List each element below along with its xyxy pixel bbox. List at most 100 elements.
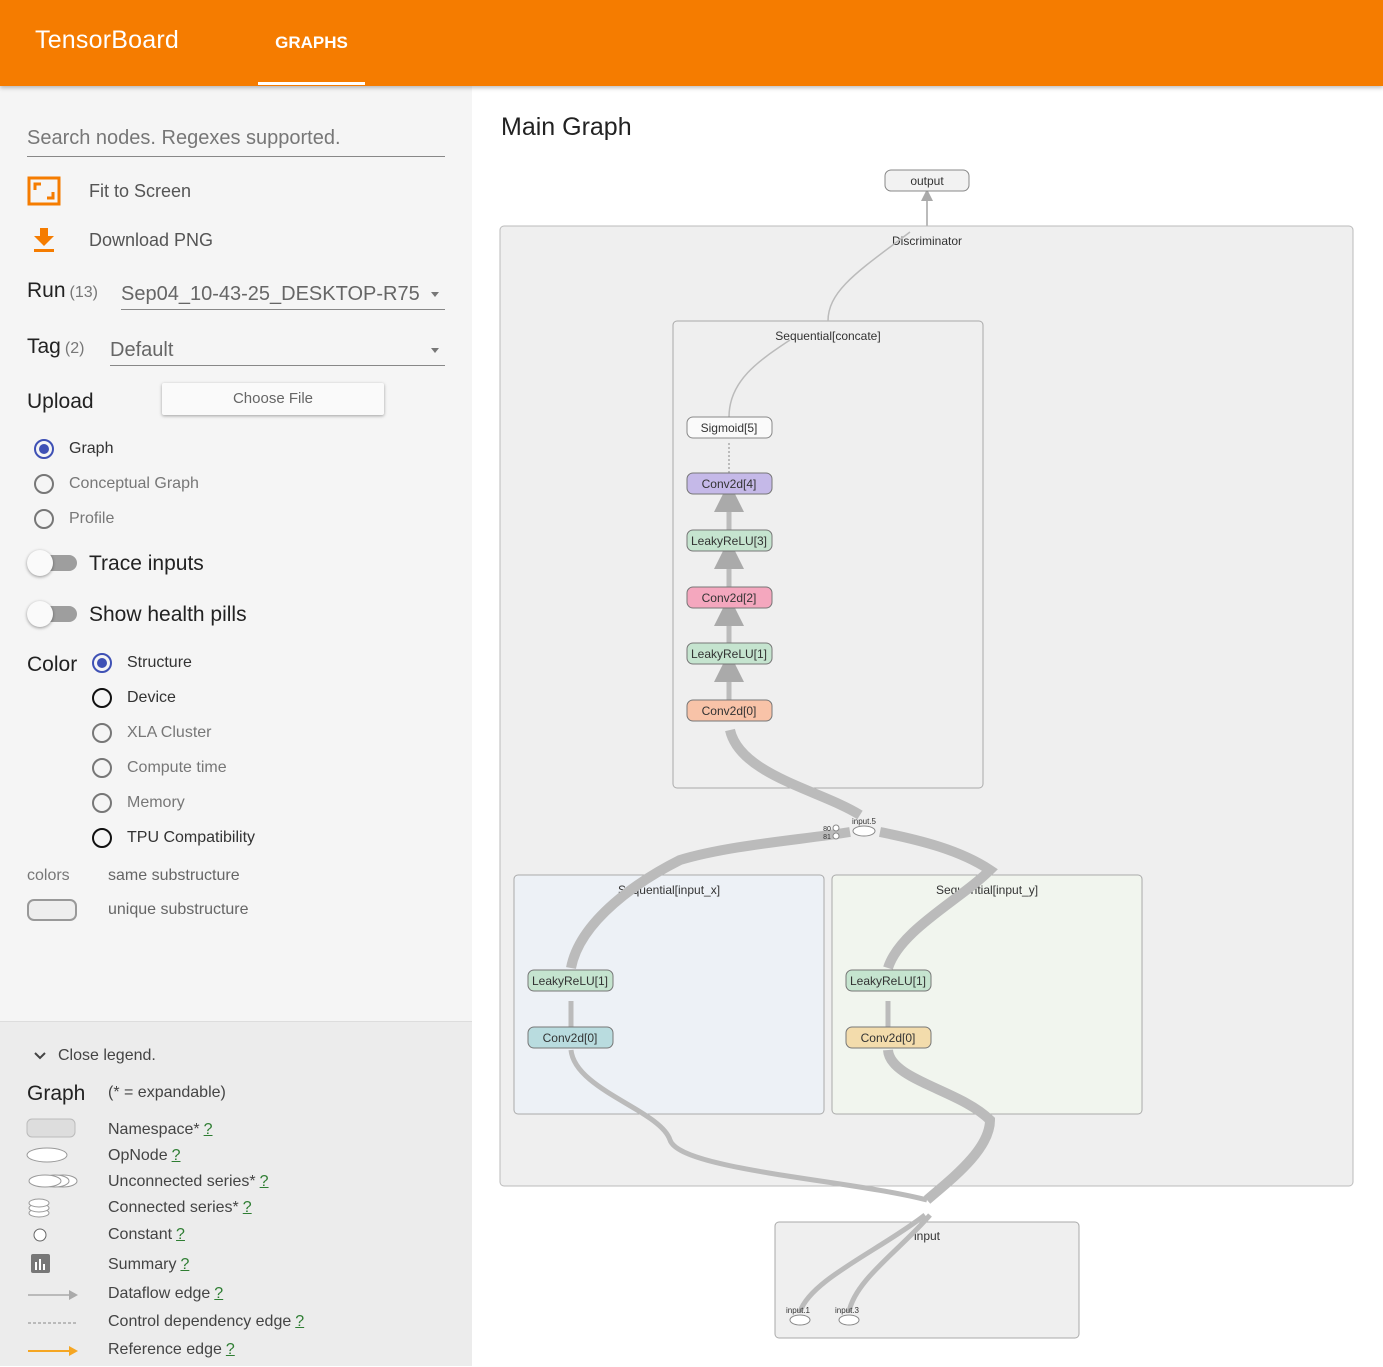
sigmoid-label: Sigmoid[5] [701, 421, 758, 435]
radio-color-tpu-label: TPU Compatibility [127, 829, 256, 846]
help-link[interactable]: ? [295, 1313, 304, 1330]
y-conv-label: Conv2d[0] [861, 1031, 916, 1045]
legend-reference-edge: Reference edge? [108, 1341, 235, 1358]
tab-graphs[interactable]: GRAPHS [258, 0, 365, 86]
health-pills-label: Show health pills [89, 603, 247, 626]
namespace-icon [26, 1118, 76, 1138]
help-link[interactable]: ? [180, 1256, 189, 1273]
chevron-down-icon [431, 292, 439, 297]
close-legend-label: Close legend. [58, 1047, 156, 1064]
legend-graph-title: Graph [27, 1082, 86, 1105]
trace-inputs-label: Trace inputs [89, 552, 204, 575]
colors-label: colors [27, 867, 70, 884]
search-input[interactable]: Search nodes. Regexes supported. [27, 124, 445, 157]
run-label: Run (13) [27, 279, 98, 302]
dataflow-edge-icon [28, 1290, 78, 1300]
radio-graph-label: Graph [69, 440, 114, 457]
color-label: Color [27, 653, 78, 676]
radio-color-tpu[interactable] [92, 828, 112, 848]
help-link[interactable]: ? [172, 1147, 181, 1164]
summary-icon [31, 1254, 50, 1273]
legend-summary: Summary? [108, 1256, 190, 1273]
constant-81-node [832, 832, 840, 840]
help-link[interactable]: ? [226, 1341, 235, 1358]
constant-80-node [832, 824, 840, 832]
input5-label: input.5 [852, 817, 877, 826]
radio-color-structure-label: Structure [127, 654, 192, 671]
x-conv-label: Conv2d[0] [543, 1031, 598, 1045]
y-leaky-label: LeakyReLU[1] [850, 974, 926, 988]
radio-color-memory[interactable] [92, 793, 112, 813]
radio-color-memory-label: Memory [127, 794, 185, 811]
tag-label: Tag (2) [27, 335, 85, 358]
help-link[interactable]: ? [176, 1226, 185, 1243]
legend-icons [26, 1118, 78, 1356]
tab-active-indicator [258, 82, 365, 85]
chevron-down-icon [431, 348, 439, 353]
same-substructure-label: same substructure [108, 867, 240, 884]
leaky3-label: LeakyReLU[3] [691, 534, 767, 548]
help-link[interactable]: ? [260, 1173, 269, 1190]
legend-unconnected-series: Unconnected series*? [108, 1173, 269, 1190]
constant-icon [33, 1228, 47, 1242]
help-link[interactable]: ? [214, 1285, 223, 1302]
reference-edge-icon [28, 1346, 78, 1356]
constant-80-label: 80 [823, 826, 831, 833]
unique-substructure-swatch [27, 899, 77, 921]
conv0-label: Conv2d[0] [702, 704, 757, 718]
legend-connected-series: Connected series*? [108, 1199, 252, 1216]
toggle-knob [27, 550, 53, 576]
radio-color-device[interactable] [92, 688, 112, 708]
x-leaky-label: LeakyReLU[1] [532, 974, 608, 988]
radio-color-xla[interactable] [92, 723, 112, 743]
discriminator-label: Discriminator [892, 234, 962, 248]
radio-conceptual-graph-label: Conceptual Graph [69, 475, 199, 492]
fit-screen-icon [27, 176, 61, 206]
input3-node [838, 1314, 860, 1326]
input1-label: input.1 [786, 1306, 811, 1315]
radio-profile[interactable] [34, 509, 54, 529]
connected-series-icon [28, 1198, 50, 1218]
seq-input-y-namespace [831, 874, 1143, 1115]
legend-expandable-note: (* = expandable) [108, 1084, 226, 1101]
unconnected-series-icon [28, 1174, 78, 1188]
legend-constant: Constant? [108, 1226, 185, 1243]
conv2-label: Conv2d[2] [702, 591, 757, 605]
download-icon [34, 228, 54, 252]
help-link[interactable]: ? [243, 1199, 252, 1216]
help-link[interactable]: ? [204, 1121, 213, 1138]
app-brand: TensorBoard [35, 26, 179, 54]
leaky1-label: LeakyReLU[1] [691, 647, 767, 661]
radio-color-device-label: Device [127, 689, 176, 706]
top-app-bar: TensorBoard GRAPHS [0, 0, 1383, 86]
run-select-value: Sep04_10-43-25_DESKTOP-R75 [121, 283, 420, 305]
input3-label: input.3 [835, 1306, 860, 1315]
output-label: output [910, 174, 944, 188]
radio-color-compute-label: Compute time [127, 759, 227, 776]
seq-input-y-label: Sequential[input_y] [936, 883, 1038, 897]
download-png-label: Download PNG [89, 230, 214, 250]
unique-substructure-label: unique substructure [108, 901, 249, 918]
radio-graph[interactable] [34, 439, 54, 459]
radio-color-xla-label: XLA Cluster [127, 724, 212, 741]
seq-input-x-namespace [513, 874, 825, 1115]
legend-control-edge: Control dependency edge? [108, 1313, 305, 1330]
choose-file-button[interactable]: Choose File [162, 383, 384, 415]
upload-label: Upload [27, 390, 94, 413]
legend-namespace: Namespace*? [108, 1121, 213, 1138]
constant-81-label: 81 [823, 834, 831, 841]
tag-select-value: Default [110, 339, 174, 361]
radio-color-compute[interactable] [92, 758, 112, 778]
radio-profile-label: Profile [69, 510, 115, 527]
run-select[interactable]: Sep04_10-43-25_DESKTOP-R75 [121, 279, 445, 310]
radio-color-structure[interactable] [92, 653, 112, 673]
chevron-down-icon [34, 1052, 46, 1060]
graph-canvas[interactable]: Discriminator Sequential[concate] Sequen… [472, 86, 1383, 1365]
tag-select[interactable]: Default [110, 335, 445, 366]
legend-opnode: OpNode? [108, 1147, 181, 1164]
radio-conceptual-graph[interactable] [34, 474, 54, 494]
input5-node [852, 825, 876, 837]
fit-to-screen-label: Fit to Screen [89, 181, 192, 201]
seq-concate-label: Sequential[concate] [775, 329, 880, 343]
toggle-knob [27, 601, 53, 627]
